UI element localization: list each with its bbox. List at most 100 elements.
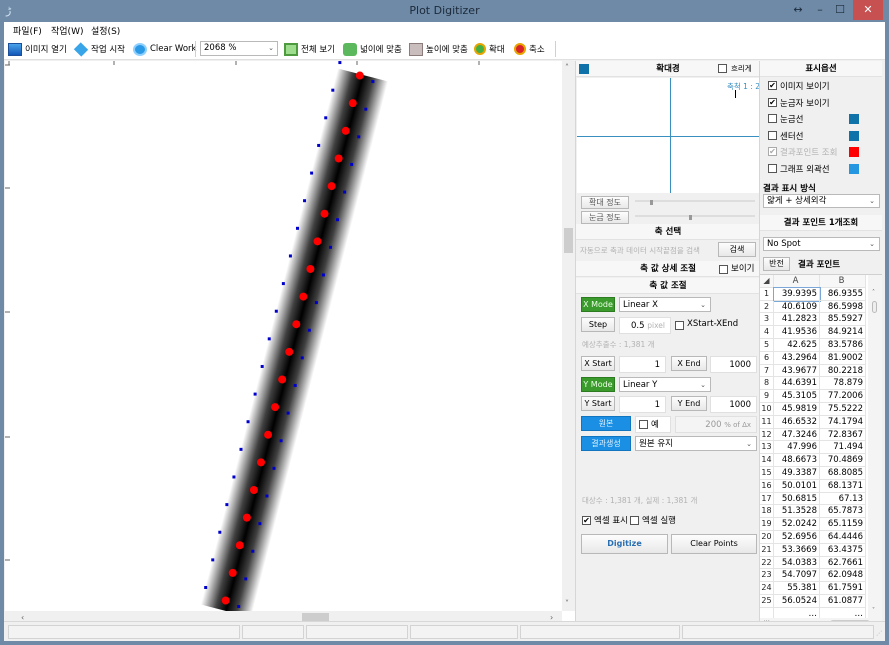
menu-settings[interactable]: 설정(S) xyxy=(91,24,120,37)
y-start-button[interactable]: Y Start xyxy=(581,396,615,411)
zoom-level-slider-thumb[interactable] xyxy=(650,200,654,205)
xstart-xend-checkbox[interactable] xyxy=(675,321,684,330)
table-row[interactable]: 9 45.3105 77.2006 xyxy=(760,390,868,403)
fit-all-button[interactable]: 전체 보기 xyxy=(284,41,335,57)
result-point[interactable] xyxy=(327,182,336,191)
single-point-select[interactable]: No Spot ⌄ xyxy=(763,237,880,251)
vertical-scrollbar[interactable]: ˄ ˅ xyxy=(562,61,575,611)
grid-level-slider[interactable] xyxy=(635,215,755,220)
zoom-select[interactable]: 2068 % ⌄ xyxy=(200,41,278,56)
zoom-level-button[interactable]: 확대 정도 xyxy=(581,196,629,209)
grid-level-slider-thumb[interactable] xyxy=(688,215,692,220)
step-button[interactable]: Step xyxy=(581,317,615,332)
resize-grip-icon[interactable]: ⋰ xyxy=(876,630,882,637)
image-canvas[interactable]: ˄ ˅ ‹ › xyxy=(5,61,575,629)
display-option-checkbox[interactable] xyxy=(768,163,777,173)
table-row[interactable]: 24 55.381 61.7591 xyxy=(760,582,868,595)
result-point[interactable] xyxy=(334,154,343,163)
clear-points-button[interactable]: Clear Points xyxy=(671,534,757,554)
result-point[interactable] xyxy=(292,320,301,329)
result-point[interactable] xyxy=(348,99,357,108)
grid-level-button[interactable]: 눈금 정도 xyxy=(581,211,629,224)
result-point[interactable] xyxy=(306,264,315,273)
result-point[interactable] xyxy=(355,71,364,80)
result-display-mode-select[interactable]: 얇게 + 상세외각 ⌄ xyxy=(763,194,880,208)
table-row[interactable]: 10 45.9819 75.5222 xyxy=(760,403,868,416)
display-option-item[interactable]: ✔ 이미지 보이기 xyxy=(760,79,882,93)
fit-width-button[interactable]: 넓이에 맞춤 xyxy=(343,41,402,57)
x-start-field[interactable]: 1 xyxy=(619,356,666,373)
digitized-plot[interactable] xyxy=(5,61,562,611)
display-option-checkbox[interactable] xyxy=(768,130,777,140)
display-option-checkbox[interactable] xyxy=(768,114,777,123)
table-row[interactable]: 20 52.6956 64.4446 xyxy=(760,531,868,544)
y-end-field[interactable]: 1000 xyxy=(710,396,757,413)
smooth-button[interactable]: 원본 Smooth xyxy=(581,416,631,441)
generate-result-button[interactable]: 결과생성 xyxy=(581,436,631,451)
table-row[interactable]: 7 43.9677 80.2218 xyxy=(760,364,868,378)
result-point[interactable] xyxy=(285,347,294,356)
result-point[interactable] xyxy=(221,596,230,605)
table-row[interactable]: 4 41.9536 84.9214 xyxy=(760,326,868,339)
x-mode-button[interactable]: X Mode xyxy=(581,297,615,312)
digitize-button[interactable]: Digitize xyxy=(581,534,668,554)
zoom-level-slider[interactable] xyxy=(635,200,755,205)
step-field[interactable]: 0.5 pixel xyxy=(619,317,671,334)
scroll-down-icon[interactable]: ˅ xyxy=(872,607,875,614)
result-point[interactable] xyxy=(235,541,244,550)
table-row[interactable]: 8 44.6391 78.879 xyxy=(760,377,868,391)
table-row[interactable]: 5 42.625 83.5786 xyxy=(760,339,868,352)
smooth-percent-field[interactable]: 200 % of Δx xyxy=(675,416,757,433)
scroll-up-icon[interactable]: ˄ xyxy=(565,63,569,72)
y-end-button[interactable]: Y End xyxy=(671,396,707,411)
axis-detail-show-checkbox[interactable] xyxy=(719,265,728,274)
display-option-item[interactable]: ✔ 눈금자 보이기 xyxy=(760,96,882,110)
table-row[interactable]: 14 48.6673 70.4869 xyxy=(760,454,868,467)
y-mode-select[interactable]: Linear Y ⌄ xyxy=(619,377,711,392)
table-row[interactable]: 15 49.3387 68.8085 xyxy=(760,467,868,480)
result-point[interactable] xyxy=(313,237,322,246)
result-point[interactable] xyxy=(341,126,350,135)
open-image-button[interactable]: 이미지 열기 xyxy=(8,41,67,57)
table-row[interactable]: 25 56.0524 61.0877 xyxy=(760,595,868,608)
x-end-button[interactable]: X End xyxy=(671,356,707,371)
y-start-field[interactable]: 1 xyxy=(619,396,666,413)
x-start-button[interactable]: X Start xyxy=(581,356,615,371)
table-row[interactable]: 6 43.2964 81.9002 xyxy=(760,351,868,365)
display-option-checkbox[interactable]: ✔ xyxy=(768,97,777,107)
result-point[interactable] xyxy=(278,375,287,384)
results-scroll-thumb[interactable] xyxy=(872,301,877,313)
scroll-down-icon[interactable]: ˅ xyxy=(565,599,569,608)
result-point[interactable] xyxy=(264,430,273,439)
display-option-item[interactable]: 눈금선 xyxy=(760,112,882,126)
x-mode-select[interactable]: Linear X ⌄ xyxy=(619,297,711,312)
result-point[interactable] xyxy=(271,403,280,412)
scroll-up-icon[interactable]: ˄ xyxy=(872,289,875,296)
start-work-button[interactable]: 작업 시작 xyxy=(73,41,125,57)
table-row[interactable]: 21 53.3669 63.4375 xyxy=(760,543,868,557)
table-row[interactable]: 12 47.3246 72.8367 xyxy=(760,428,868,442)
table-row[interactable]: 1 39.9395 86.9355 xyxy=(760,286,868,302)
table-row[interactable]: 22 54.0383 62.7661 xyxy=(760,556,868,570)
magnifier-color-swatch[interactable] xyxy=(579,64,589,74)
x-end-field[interactable]: 1000 xyxy=(710,356,757,373)
result-point[interactable] xyxy=(299,292,308,301)
table-row[interactable]: 3 41.2823 85.5927 xyxy=(760,313,868,327)
result-point[interactable] xyxy=(242,513,251,522)
menu-file[interactable]: 파일(F) xyxy=(13,24,42,37)
table-row[interactable]: 2 40.6109 86.5998 xyxy=(760,300,868,314)
clear-work-button[interactable]: Clear Work xyxy=(133,41,196,57)
y-mode-button[interactable]: Y Mode xyxy=(581,377,615,392)
result-mode-select[interactable]: 원본 유지 ⌄ xyxy=(635,436,757,451)
vertical-scroll-thumb[interactable] xyxy=(564,228,573,253)
table-row[interactable]: 17 50.6815 67.13 xyxy=(760,492,868,506)
table-row[interactable]: …… xyxy=(760,607,868,618)
results-table[interactable]: ◢ A B 1 39.9395 86.9355 2 40.6109 86.5998 3 41.282… xyxy=(760,274,882,618)
invert-button[interactable]: 반전 xyxy=(763,257,790,271)
table-row[interactable]: 18 51.3528 65.7873 xyxy=(760,505,868,519)
table-row[interactable]: 19 52.0242 65.1159 xyxy=(760,518,868,531)
display-option-item[interactable]: 그래프 외곽선 xyxy=(760,162,882,176)
result-point[interactable] xyxy=(256,458,265,467)
result-point[interactable] xyxy=(249,485,258,494)
option-color-swatch[interactable] xyxy=(849,147,859,157)
